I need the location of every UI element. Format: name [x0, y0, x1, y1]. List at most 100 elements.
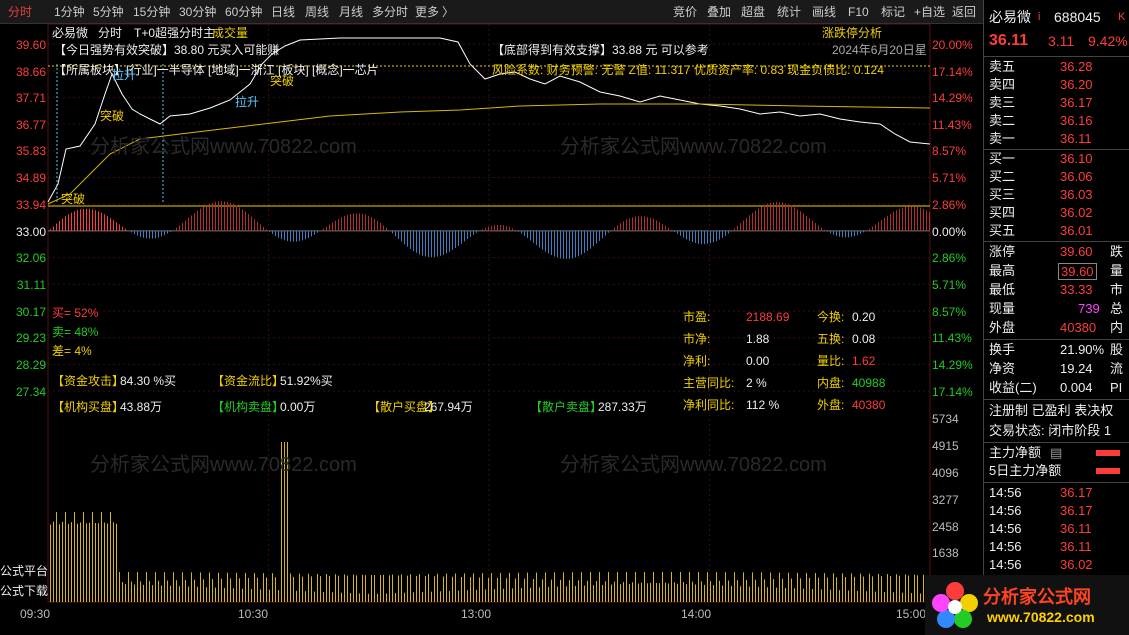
volume-bar	[338, 575, 339, 602]
volume-bar	[524, 578, 525, 602]
volume-bar	[767, 587, 768, 602]
tab-60min[interactable]: 60分钟	[225, 4, 262, 21]
bid-row[interactable]: 买五 36.01	[984, 222, 1129, 240]
tab-1min[interactable]: 1分钟	[54, 4, 85, 21]
indicator-bar	[578, 231, 579, 257]
volume-bar	[68, 523, 69, 602]
indicator-bar	[140, 231, 141, 237]
limit-analysis-link[interactable]: 涨跌停分析	[822, 26, 882, 40]
time-tick: 15:00	[896, 607, 927, 621]
indicator-bar	[332, 222, 333, 231]
chart-canvas[interactable]	[0, 24, 983, 635]
volume-bar	[125, 584, 126, 602]
volume-bar	[329, 575, 330, 602]
fund-attack-value: 84.30 %买	[120, 374, 177, 388]
indicator-bar	[254, 219, 255, 231]
indicator-bar	[614, 227, 615, 231]
volume-bar	[701, 581, 702, 602]
retail-buy-value: 267.94万	[424, 400, 473, 414]
bid-row[interactable]: 买三 36.03	[984, 186, 1129, 204]
pct-tick: 2.86%	[932, 251, 967, 265]
sell-ratio: 卖= 48%	[52, 325, 99, 339]
tab-30min[interactable]: 30分钟	[179, 4, 216, 21]
volume-bar	[686, 584, 687, 602]
chart-sub-indicator[interactable]: 成交量	[212, 26, 248, 40]
volume-bar	[365, 575, 366, 602]
indicator-bar	[71, 212, 72, 231]
indicator-bar	[884, 217, 885, 231]
indicator-bar	[329, 224, 330, 231]
tab-intraday[interactable]: 分时	[8, 4, 32, 21]
volume-bar	[362, 574, 363, 602]
formula-platform-link[interactable]: 公式平台	[0, 564, 48, 578]
overlay-button[interactable]: 叠加	[707, 4, 731, 21]
indicator-bar	[269, 231, 270, 232]
mark-breakout: 突破	[61, 192, 86, 206]
intraday-chart[interactable]: 必易微 分时 T+0超强分时主 成交量 涨跌停分析 【今日强势有效突破】38.8…	[0, 24, 983, 635]
f10-button[interactable]: F10	[848, 4, 869, 21]
back-button[interactable]: 返回	[952, 4, 976, 21]
volume-bar	[650, 582, 651, 602]
volume-bar	[860, 573, 861, 602]
indicator-bar	[263, 227, 264, 231]
volume-bar	[797, 572, 798, 602]
volume-tick: 1638	[932, 546, 959, 560]
auction-button[interactable]: 竞价	[673, 4, 697, 21]
ask-row[interactable]: 卖五 36.28	[984, 58, 1129, 76]
tab-daily[interactable]: 日线	[271, 4, 295, 21]
ask-row[interactable]: 卖四 36.20	[984, 76, 1129, 94]
indicator-bar	[206, 205, 207, 231]
tab-monthly[interactable]: 月线	[339, 4, 363, 21]
volume-bar	[827, 577, 828, 602]
volume-bar	[50, 524, 51, 602]
draw-line-button[interactable]: 画线	[812, 4, 836, 21]
stat-row: 外盘 40380 内	[989, 320, 1124, 335]
formula-download-link[interactable]: 公式下载	[0, 584, 48, 598]
tab-15min[interactable]: 15分钟	[133, 4, 170, 21]
price-tick: 29.23	[15, 331, 46, 345]
volume-bar	[356, 575, 357, 602]
volume-bar	[368, 593, 369, 602]
info-flag-icon[interactable]: i	[1038, 8, 1040, 26]
tab-5min[interactable]: 5分钟	[93, 4, 124, 21]
indicator-bar	[473, 231, 474, 235]
statistics-button[interactable]: 统计	[777, 4, 801, 21]
volume-bar	[911, 593, 912, 602]
ask-row[interactable]: 卖二 36.16	[984, 112, 1129, 130]
volume-bar	[857, 590, 858, 602]
tab-weekly[interactable]: 周线	[305, 4, 329, 21]
volume-bar	[791, 578, 792, 602]
mark-button[interactable]: 标记	[881, 4, 905, 21]
main-net5-row[interactable]: 5日主力净额	[984, 462, 1129, 480]
volume-bar	[533, 579, 534, 602]
indicator-bar	[191, 215, 192, 231]
price-tick: 30.17	[15, 305, 46, 319]
volume-bar	[215, 587, 216, 602]
tab-more[interactable]: 更多	[415, 4, 439, 21]
indicator-bar	[869, 228, 870, 231]
chart-indicator[interactable]: T+0超强分时主	[134, 26, 215, 40]
volume-bar	[326, 574, 327, 602]
volume-bar	[398, 575, 399, 602]
main-net-row[interactable]: 主力净额 ▤	[984, 444, 1129, 462]
volume-bar	[536, 572, 537, 602]
volume-bar	[572, 572, 573, 602]
ask-row[interactable]: 卖一 36.11	[984, 130, 1129, 148]
price-tick: 37.71	[15, 91, 46, 105]
tab-multi-intraday[interactable]: 多分时	[372, 4, 408, 21]
bid-row[interactable]: 买四 36.02	[984, 204, 1129, 222]
indicator-bar	[545, 231, 546, 252]
indicator-bar	[314, 231, 315, 235]
super-board-button[interactable]: 超盘	[741, 4, 765, 21]
chevron-right-icon[interactable]: 〉	[442, 4, 454, 21]
volume-bar	[878, 573, 879, 602]
bid-row[interactable]: 买二 36.06	[984, 168, 1129, 186]
indicator-bar	[848, 231, 849, 238]
indicator-bar	[308, 231, 309, 238]
add-watchlist-button[interactable]: +自选	[914, 4, 945, 21]
ask-row[interactable]: 卖三 36.17	[984, 94, 1129, 112]
indicator-bar	[734, 228, 735, 231]
tick-row: 14:56 36.02	[989, 557, 1093, 572]
bid-row[interactable]: 买一 36.10	[984, 150, 1129, 168]
volume-bar	[542, 579, 543, 602]
